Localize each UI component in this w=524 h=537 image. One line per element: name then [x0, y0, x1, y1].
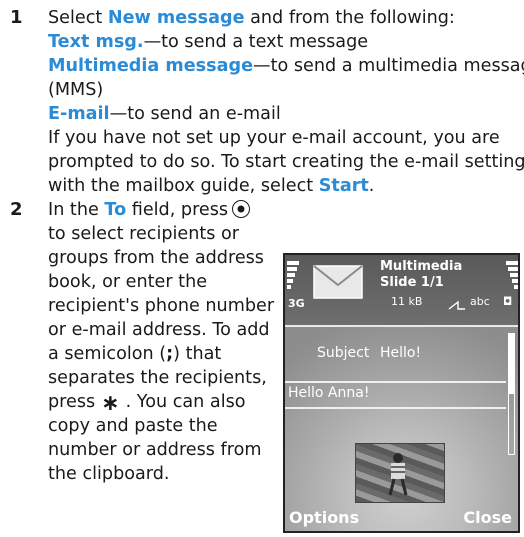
lock-icon: ◘ — [503, 295, 513, 308]
input-mode-indicator: abc — [470, 295, 490, 308]
options-softkey[interactable]: Options — [289, 508, 359, 527]
option-multimedia-cont: (MMS) — [48, 80, 104, 100]
antenna-icon — [448, 300, 465, 310]
start-option: Start — [318, 176, 369, 196]
step-2-number: 2 — [10, 199, 23, 220]
step-2-line-3: groups from the address — [48, 248, 264, 268]
message-size: 11 kB — [391, 295, 423, 308]
softkey-bar: Options Close — [285, 501, 518, 531]
navigation-key-icon — [232, 200, 251, 218]
network-indicator: 3G — [288, 297, 305, 310]
attached-photo[interactable] — [355, 443, 445, 503]
subject-value: Hello! — [380, 345, 422, 361]
to-field-label: To — [104, 200, 127, 220]
header-divider — [285, 325, 518, 327]
step-2-line-5: recipient's phone number — [48, 296, 275, 316]
message-body: Hello Anna! — [288, 385, 370, 401]
step-2-line-2: to select recipients or — [48, 224, 240, 244]
envelope-icon — [313, 265, 363, 299]
step-1-note-line-3: with the mailbox guide, select Start. — [48, 176, 375, 196]
new-message-option: New message — [107, 8, 245, 28]
phone-screen: Multimedia Slide 1/1 11 kB 3G abc ◘ Subj… — [283, 253, 520, 533]
step-1-note-line-2: prompted to do so. To start creating the… — [48, 152, 524, 172]
step-2-line-6: or e-mail address. To add — [48, 320, 270, 340]
slide-indicator: Slide 1/1 — [380, 275, 444, 290]
star-key-icon: ∗ — [101, 391, 120, 416]
step-2-line-8: separates the recipients, — [48, 368, 267, 388]
scrollbar-thumb[interactable] — [509, 334, 514, 394]
step-2-line-7: a semicolon (;) that — [48, 344, 222, 364]
step-2-line-10: copy and paste the — [48, 416, 218, 436]
step-2-line-1: In the To field, press — [48, 198, 254, 222]
step-2-line-12: the clipboard. — [48, 464, 170, 484]
scrollbar[interactable] — [508, 333, 515, 455]
step-2-line-9: press ∗. You can also — [48, 391, 246, 416]
subject-label: Subject — [317, 345, 370, 361]
subject-divider — [285, 381, 506, 383]
option-multimedia-message: Multimedia message—to send a multimedia … — [48, 56, 524, 76]
option-text-msg: Text msg.—to send a text message — [48, 32, 369, 52]
option-email: E-mail—to send an e-mail — [48, 104, 281, 124]
step-1-note-line-1: If you have not set up your e-mail accou… — [48, 128, 500, 148]
body-divider — [285, 407, 506, 409]
message-type-title: Multimedia — [380, 259, 463, 274]
step-1-intro: Select New message and from the followin… — [48, 8, 455, 28]
step-2-line-11: number or address from — [48, 440, 262, 460]
close-softkey[interactable]: Close — [463, 508, 512, 527]
person-image — [388, 453, 408, 496]
step-2-line-4: book, or enter the — [48, 272, 208, 292]
step-1-number: 1 — [10, 7, 23, 28]
